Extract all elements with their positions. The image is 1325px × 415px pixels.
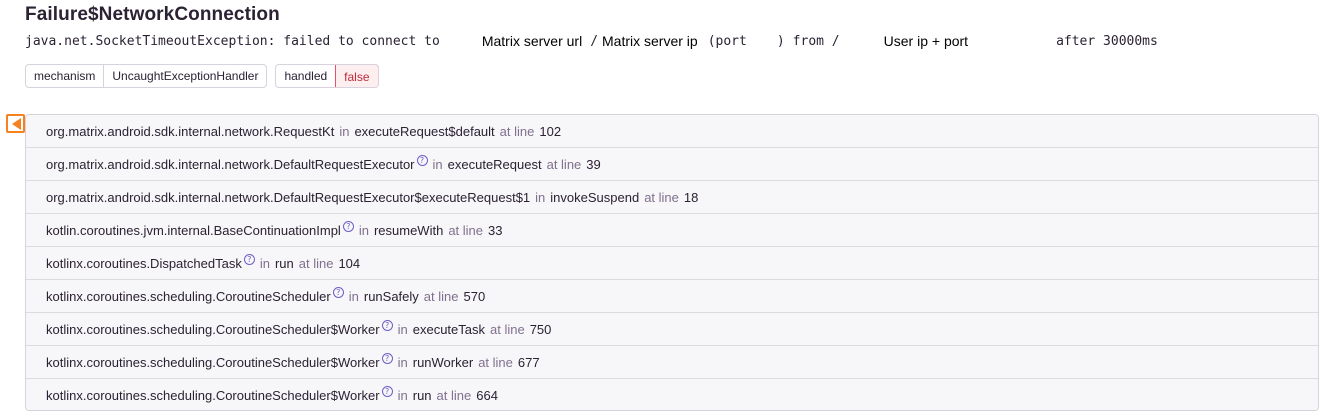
help-icon[interactable]: ? (416, 154, 428, 166)
stack-frame[interactable]: org.matrix.android.sdk.internal.network.… (26, 148, 1318, 181)
frame-at-label: at line (298, 255, 334, 271)
frame-module: kotlinx.coroutines.scheduling.CoroutineS… (46, 388, 380, 403)
frame-function: executeRequest (447, 156, 542, 172)
stack-frame[interactable]: kotlinx.coroutines.scheduling.CoroutineS… (26, 280, 1318, 313)
frame-function: run (274, 255, 294, 271)
frame-line: 102 (539, 123, 562, 139)
help-icon[interactable]: ? (381, 386, 393, 397)
frame-at-label: at line (499, 123, 535, 139)
help-icon[interactable]: ? (342, 220, 354, 232)
tag-mechanism[interactable]: mechanism UncaughtExceptionHandler (25, 64, 268, 88)
redacted-server-url: Matrix server url (479, 33, 585, 49)
stack-trace: org.matrix.android.sdk.internal.network.… (25, 114, 1319, 411)
frame-line: 33 (488, 222, 503, 238)
frame-at-label: at line (490, 321, 525, 337)
frame-in-label: in (339, 123, 350, 139)
frame-line: 677 (517, 354, 540, 370)
frame-at-label: at line (423, 288, 459, 304)
frame-in-label: in (259, 255, 270, 271)
message-text: after 30000ms (1056, 33, 1158, 49)
frame-at-label: at line (436, 388, 472, 403)
frame-module: org.matrix.android.sdk.internal.network.… (46, 189, 531, 205)
redacted-user-ip-port: User ip + port (881, 33, 971, 49)
help-icon[interactable]: ? (381, 319, 393, 331)
help-icon[interactable]: ? (332, 286, 344, 298)
frame-module: kotlinx.coroutines.scheduling.CoroutineS… (46, 288, 331, 304)
frame-module: org.matrix.android.sdk.internal.network.… (46, 156, 415, 172)
exception-title: Failure$NetworkConnection (25, 4, 280, 25)
frame-function: executeTask (412, 321, 485, 337)
frame-line: 104 (338, 255, 361, 271)
frame-at-label: at line (546, 156, 582, 172)
tag-list: mechanism UncaughtExceptionHandler handl… (25, 64, 379, 88)
message-text: from / (792, 33, 840, 49)
frame-in-label: in (358, 222, 369, 238)
frame-module: kotlinx.coroutines.scheduling.CoroutineS… (46, 321, 380, 337)
stack-frame[interactable]: kotlinx.coroutines.scheduling.CoroutineS… (26, 379, 1318, 410)
tag-handled[interactable]: handled false (275, 64, 379, 88)
frame-in-label: in (397, 354, 408, 370)
frame-module: kotlin.coroutines.jvm.internal.BaseConti… (46, 222, 341, 238)
frame-at-label: at line (478, 354, 513, 370)
frame-in-label: in (397, 321, 408, 337)
tag-value: false (335, 65, 378, 87)
frame-in-label: in (397, 388, 408, 403)
message-text: java.net.SocketTimeoutException: failed … (25, 33, 440, 49)
frame-at-label: at line (448, 222, 484, 238)
stack-frame[interactable]: org.matrix.android.sdk.internal.network.… (26, 181, 1318, 214)
message-text: ) (776, 33, 785, 49)
tag-key: handled (284, 69, 328, 83)
frame-line: 570 (463, 288, 486, 304)
frame-function: runSafely (363, 288, 419, 304)
frame-at-label: at line (644, 189, 679, 205)
frame-function: invokeSuspend (550, 189, 640, 205)
frame-function: executeRequest$default (354, 123, 495, 139)
frame-module: kotlinx.coroutines.DispatchedTask (46, 255, 242, 271)
help-icon[interactable]: ? (381, 352, 393, 364)
frame-function: run (412, 388, 432, 403)
redacted-server-ip: Matrix server ip (600, 33, 700, 49)
frame-line: 18 (683, 189, 699, 205)
frame-line: 750 (529, 321, 552, 337)
help-icon[interactable]: ? (243, 253, 255, 265)
frame-line: 39 (586, 156, 601, 172)
frame-function: runWorker (412, 354, 474, 370)
stack-frame[interactable]: kotlinx.coroutines.DispatchedTask ? in r… (26, 247, 1318, 280)
message-text: / (590, 33, 599, 49)
frame-module: kotlinx.coroutines.scheduling.CoroutineS… (46, 354, 380, 370)
crashed-frame-marker-icon[interactable] (6, 114, 25, 133)
exception-panel: Failure$NetworkConnection java.net.Socke… (0, 0, 1325, 415)
frame-function: resumeWith (373, 222, 444, 238)
frame-line: 664 (476, 388, 498, 403)
stack-frame[interactable]: kotlinx.coroutines.scheduling.CoroutineS… (26, 313, 1318, 346)
message-text: (port (707, 33, 747, 49)
tag-value: UncaughtExceptionHandler (103, 65, 266, 87)
stack-frame[interactable]: org.matrix.android.sdk.internal.network.… (26, 115, 1318, 148)
frame-module: org.matrix.android.sdk.internal.network.… (46, 123, 335, 139)
frame-in-label: in (432, 156, 443, 172)
stack-frame[interactable]: kotlin.coroutines.jvm.internal.BaseConti… (26, 214, 1318, 247)
stack-frame[interactable]: kotlinx.coroutines.scheduling.CoroutineS… (26, 346, 1318, 379)
frame-in-label: in (348, 288, 359, 304)
tag-key: mechanism (34, 69, 96, 83)
frame-in-label: in (535, 189, 546, 205)
exception-message: java.net.SocketTimeoutException: failed … (25, 32, 1158, 50)
